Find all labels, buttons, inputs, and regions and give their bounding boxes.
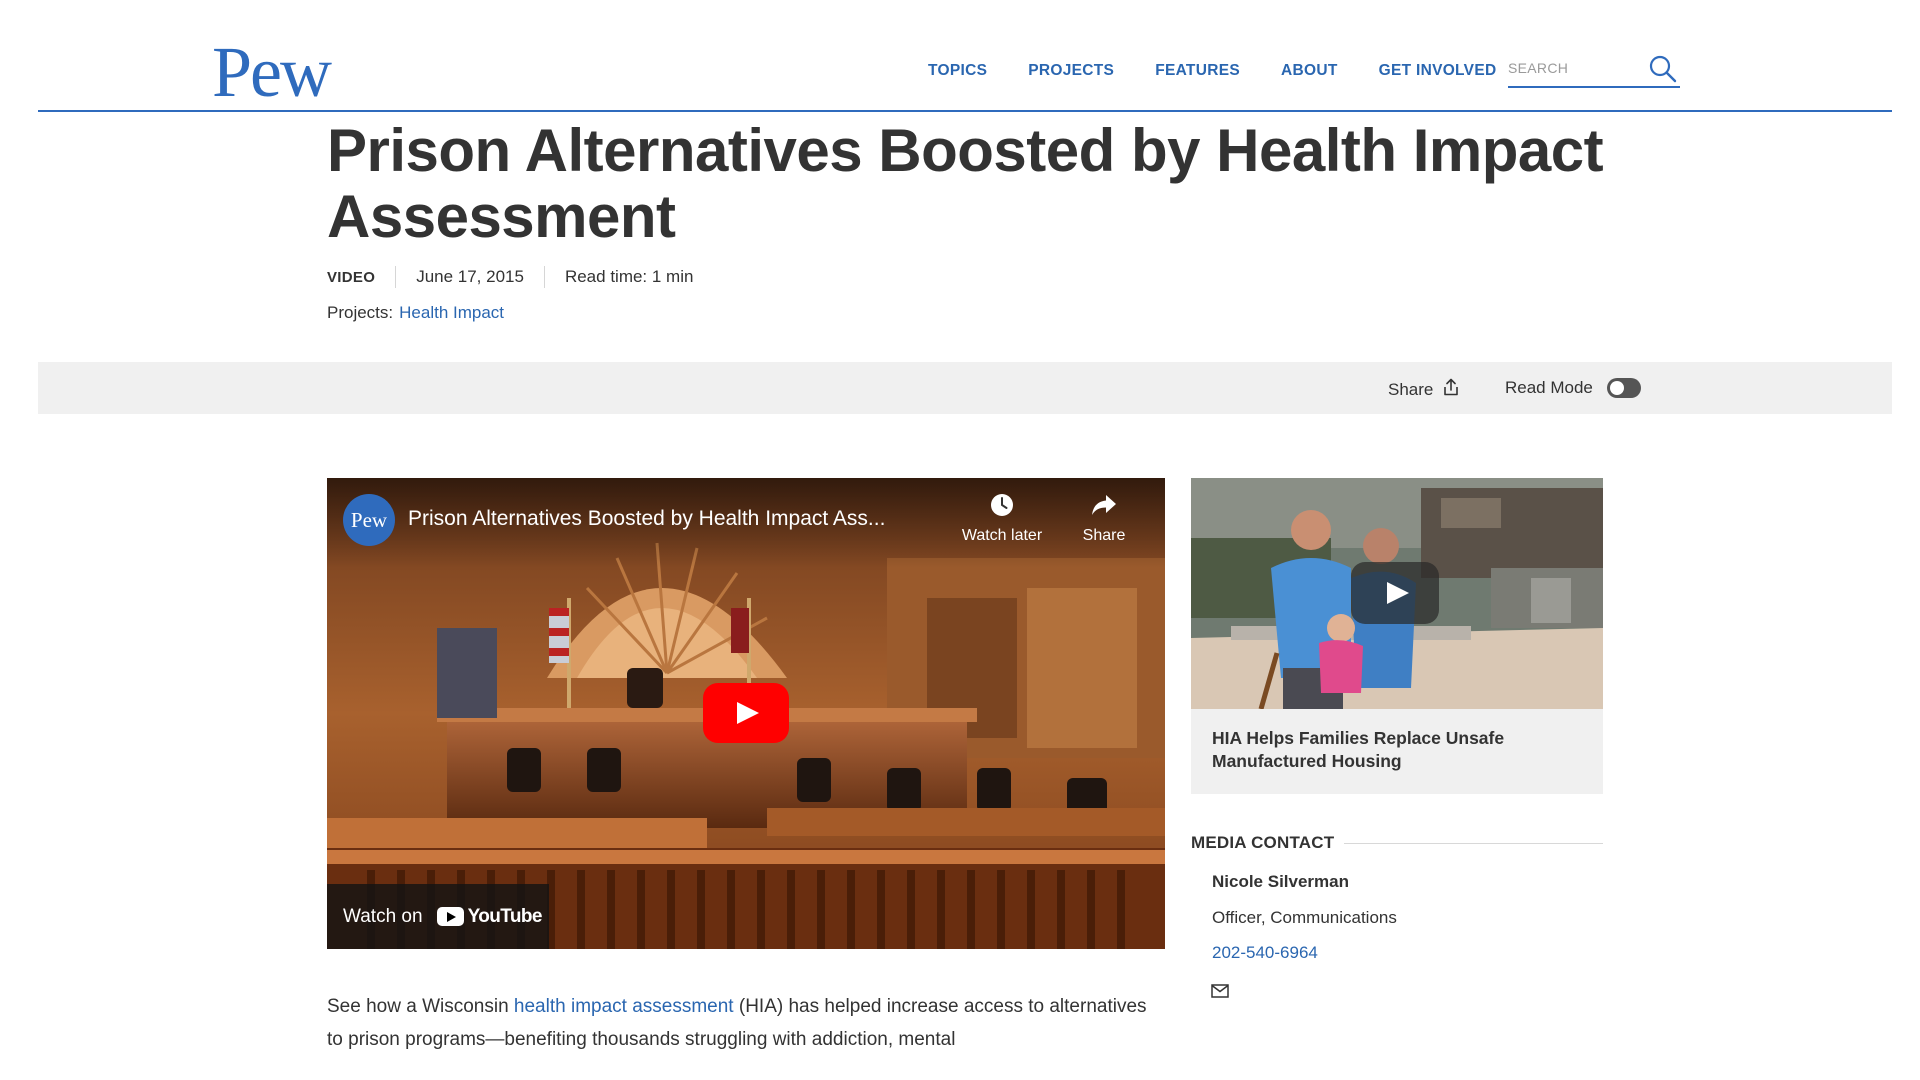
youtube-wordmark: YouTube [467,905,543,927]
video-share-button[interactable]: Share [1059,492,1149,545]
share-label: Share [1388,379,1434,399]
clock-icon [957,492,1047,523]
read-time: Read time: 1 min [564,267,694,286]
projects-line: Projects: Health Impact [327,303,504,323]
watch-on-youtube[interactable]: Watch on YouTube [327,884,549,949]
related-video-card[interactable]: HIA Helps Families Replace Unsafe Manufa… [1191,478,1603,794]
share-button[interactable]: Share [1388,378,1459,401]
publish-date: June 17, 2015 [416,267,524,286]
projects-label: Projects: [327,303,394,322]
nav-projects[interactable]: PROJECTS [1028,62,1114,80]
article-toolbar: Share Read Mode [38,362,1892,414]
contact-phone-link[interactable]: 202-540-6964 [1212,943,1318,963]
main-nav: TOPICS PROJECTS FEATURES ABOUT GET INVOL… [928,62,1537,80]
mail-icon[interactable] [1211,984,1229,998]
video-share-label: Share [1082,527,1126,544]
nav-get-involved[interactable]: GET INVOLVED [1379,62,1497,80]
nav-about[interactable]: ABOUT [1281,62,1338,80]
pew-logo[interactable]: Pew [212,36,332,108]
project-link-health-impact[interactable]: Health Impact [399,303,504,322]
read-mode-label: Read Mode [1505,378,1593,397]
read-mode: Read Mode [1505,378,1641,398]
contact-name: Nicole Silverman [1212,872,1350,891]
article-title: Prison Alternatives Boosted by Health Im… [327,117,1604,250]
hia-link[interactable]: health impact assessment [514,996,734,1017]
video-player[interactable]: Pew Prison Alternatives Boosted by Healt… [327,478,1165,949]
youtube-play-icon [436,907,464,926]
nav-features[interactable]: FEATURES [1155,62,1240,80]
watch-on-label: Watch on [343,905,423,927]
heading-rule [1344,842,1603,844]
watch-later-button[interactable]: Watch later [957,492,1047,545]
watch-later-label: Watch later [961,527,1043,544]
related-video-title[interactable]: HIA Helps Families Replace Unsafe Manufa… [1212,727,1532,773]
share-icon [1443,378,1459,401]
search-input[interactable] [1508,52,1638,84]
search-box [1508,52,1680,88]
meta-divider [543,266,545,288]
article-meta: VIDEO June 17, 2015 Read time: 1 min [327,266,693,288]
contact-role: Officer, Communications [1212,908,1397,927]
channel-avatar[interactable]: Pew [343,494,395,546]
read-mode-toggle[interactable] [1606,378,1641,398]
share-arrow-icon [1059,492,1149,523]
nav-topics[interactable]: TOPICS [928,62,987,80]
video-title[interactable]: Prison Alternatives Boosted by Health Im… [408,507,885,531]
youtube-logo: YouTube [436,905,543,928]
search-icon[interactable] [1648,54,1678,84]
media-contact-heading: MEDIA CONTACT [1191,833,1603,853]
content-type-label: VIDEO [327,268,376,286]
body-text-prefix: See how a Wisconsin [327,996,514,1017]
media-contact-label: MEDIA CONTACT [1191,833,1335,852]
article-body: See how a Wisconsin health impact assess… [327,990,1167,1056]
play-button[interactable] [703,683,789,743]
related-video-thumbnail [1191,478,1603,709]
related-play-icon [1351,562,1439,624]
meta-divider [395,266,397,288]
